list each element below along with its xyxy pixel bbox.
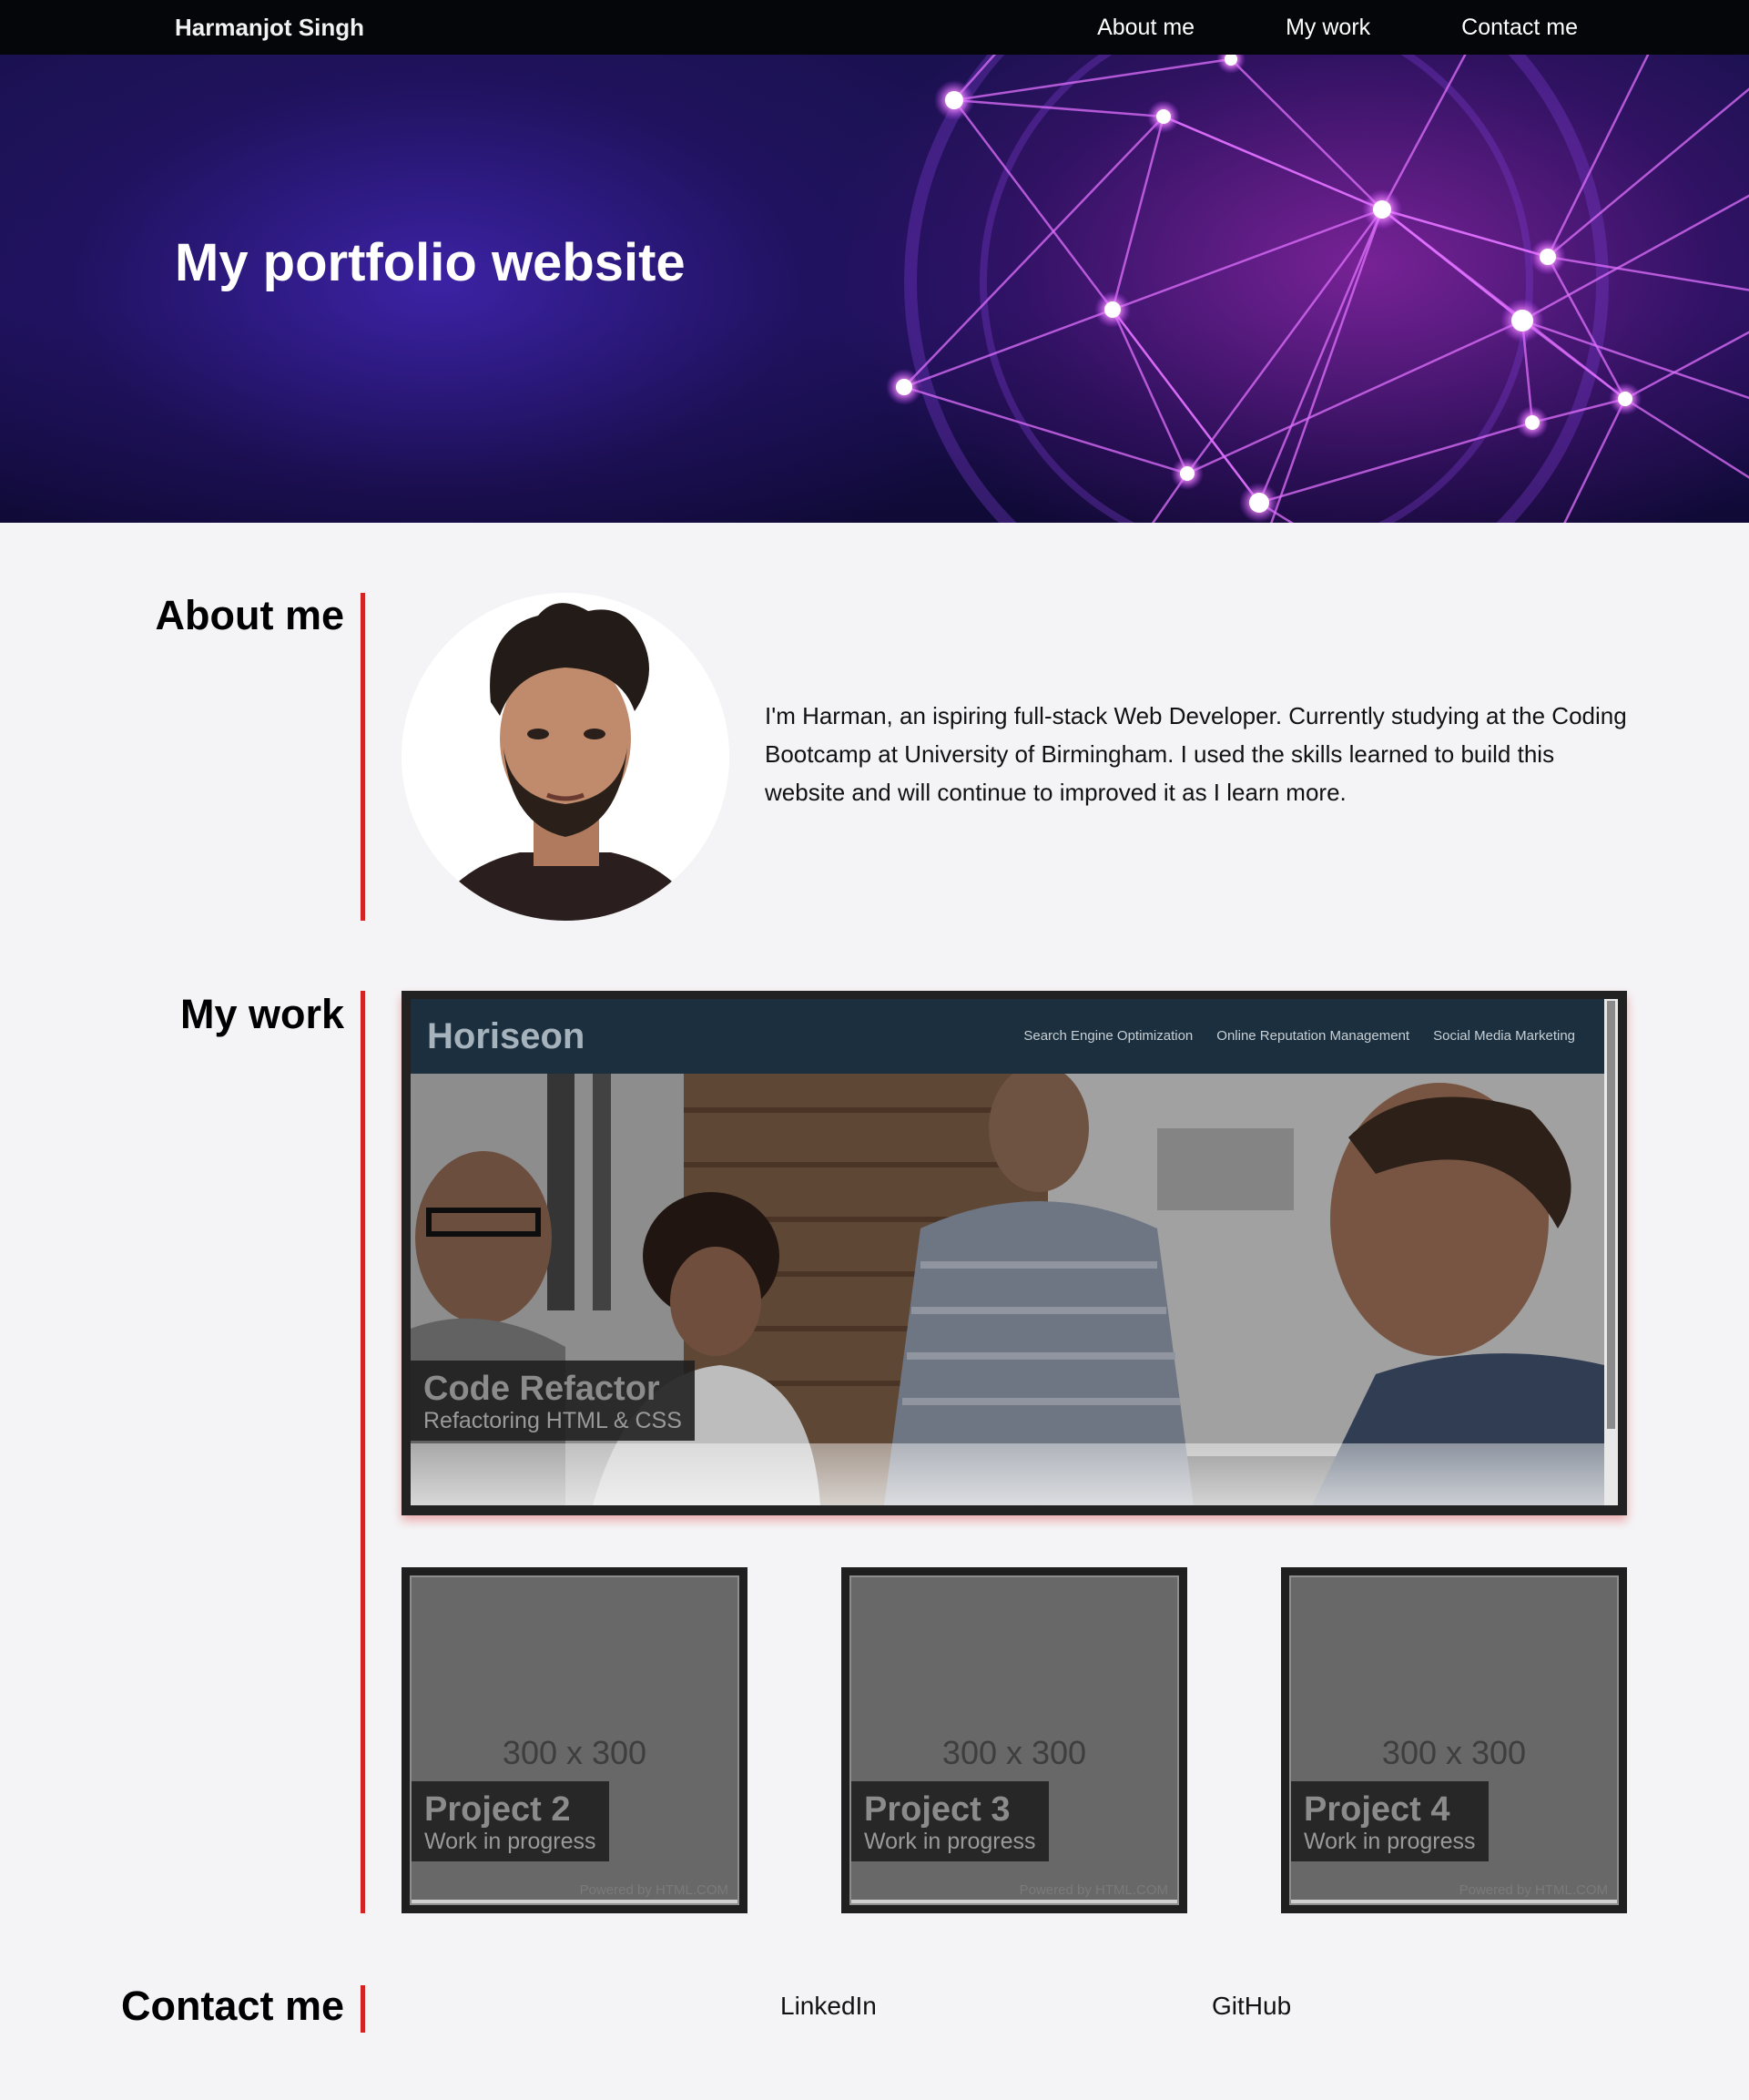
featured-project-screenshot: Horiseon Search Engine Optimization Onli… [411,999,1604,1505]
featured-scrollbar[interactable] [1604,999,1618,1505]
brand-name[interactable]: Harmanjot Singh [175,0,364,55]
contact-heading: Contact me [120,1983,344,2029]
thumbnail-edge [412,1900,737,1903]
featured-scrollbar-thumb[interactable] [1607,1001,1615,1429]
project-caption: Project 3 Work in progress [851,1781,1049,1861]
project-caption: Project 2 Work in progress [412,1781,609,1861]
featured-fade [411,1443,1604,1505]
profile-photo [402,593,729,921]
project-subtitle: Work in progress [424,1829,596,1854]
project-card-4[interactable]: 300 x 300 Project 4 Work in progress Pow… [1281,1567,1627,1913]
top-nav: Harmanjot Singh About me My work Contact… [0,0,1749,55]
contact-divider [361,1985,365,2033]
powered-by-text: Powered by HTML.COM [1459,1882,1608,1898]
project-thumbnail: 300 x 300 Project 4 Work in progress Pow… [1289,1575,1619,1905]
featured-caption: Code Refactor Refactoring HTML & CSS [411,1361,695,1441]
placeholder-text: 300 x 300 [502,1734,647,1771]
hero-banner: My portfolio website [0,55,1749,523]
about-bio: I'm Harman, an ispiring full-stack Web D… [765,702,1627,806]
nav-link-contact-me[interactable]: Contact me [1461,0,1578,55]
project-subtitle: Work in progress [1304,1829,1476,1854]
nav-links: About me My work Contact me [1006,0,1578,55]
featured-subtitle: Refactoring HTML & CSS [423,1408,682,1433]
project-card-3[interactable]: 300 x 300 Project 3 Work in progress Pow… [841,1567,1187,1913]
project-caption: Project 4 Work in progress [1291,1781,1489,1861]
horiseon-header: Horiseon Search Engine Optimization Onli… [411,999,1604,1074]
horiseon-nav-item: Online Reputation Management [1216,1028,1410,1044]
project-subtitle: Work in progress [864,1829,1036,1854]
featured-title: Code Refactor [423,1370,660,1408]
nav-link-my-work[interactable]: My work [1286,0,1370,55]
powered-by-text: Powered by HTML.COM [1019,1882,1168,1898]
project-title: Project 4 [1304,1790,1450,1829]
placeholder-text: 300 x 300 [941,1734,1087,1771]
thumbnail-edge [851,1900,1177,1903]
horiseon-logo: Horiseon [427,1016,585,1056]
horiseon-nav: Search Engine Optimization Online Reputa… [1000,999,1575,1074]
about-divider [361,593,365,921]
hero-title: My portfolio website [175,233,686,292]
project-thumbnail: 300 x 300 Project 3 Work in progress Pow… [849,1575,1179,1905]
project-thumbnail: 300 x 300 Project 2 Work in progress Pow… [410,1575,739,1905]
placeholder-text: 300 x 300 [1381,1734,1527,1771]
thumbnail-edge [1291,1900,1617,1903]
linkedin-link[interactable]: LinkedIn [780,1992,877,2021]
project-title: Project 3 [864,1790,1011,1829]
project-card-2[interactable]: 300 x 300 Project 2 Work in progress Pow… [402,1567,747,1913]
featured-project-card[interactable]: Horiseon Search Engine Optimization Onli… [402,991,1627,1515]
github-link[interactable]: GitHub [1212,1992,1291,2021]
horiseon-nav-item: Search Engine Optimization [1023,1028,1194,1044]
work-heading: My work [179,991,344,1037]
nav-link-about-me[interactable]: About me [1097,0,1195,55]
powered-by-text: Powered by HTML.COM [579,1882,728,1898]
horiseon-nav-item: Social Media Marketing [1433,1028,1575,1044]
about-heading: About me [155,592,345,638]
work-divider [361,991,365,1913]
project-title: Project 2 [424,1790,571,1829]
